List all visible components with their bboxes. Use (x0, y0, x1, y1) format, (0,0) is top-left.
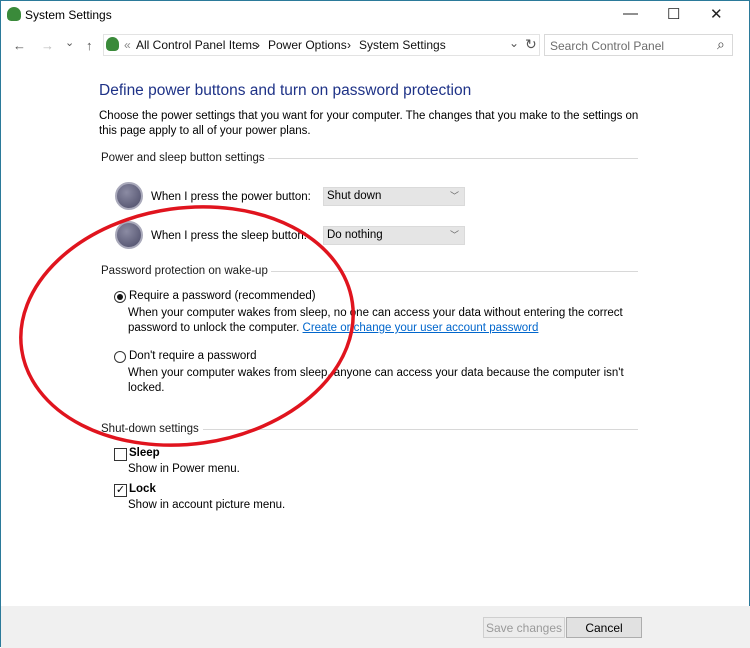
sleep-button-select[interactable]: Do nothing ﹀ (323, 226, 465, 245)
sleep-button-icon (115, 221, 143, 249)
forward-button[interactable]: → (41, 38, 54, 53)
recent-locations-button[interactable]: ⌄ (65, 36, 74, 49)
breadcrumb-power-options[interactable]: Power Options (268, 38, 347, 52)
desc-line: password to unlock the computer. (128, 322, 300, 334)
window-title: System Settings (25, 8, 112, 22)
breadcrumb-separator[interactable]: › (256, 38, 260, 52)
back-button[interactable]: ← (13, 38, 26, 53)
save-changes-button[interactable]: Save changes (483, 617, 565, 638)
search-input[interactable]: Search Control Panel (544, 34, 733, 56)
create-password-link[interactable]: Create or change your user account passw… (303, 322, 539, 334)
divider (271, 271, 638, 272)
breadcrumb-system-settings[interactable]: System Settings (359, 38, 446, 52)
maximize-button[interactable]: ☐ (667, 5, 680, 23)
chevron-down-icon: ﹀ (449, 191, 459, 201)
refresh-button[interactable]: ↻ (525, 36, 537, 53)
no-password-radio[interactable] (114, 351, 126, 363)
app-icon (7, 7, 21, 21)
power-section-heading: Power and sleep button settings (101, 152, 265, 164)
divider (203, 429, 638, 430)
search-icon[interactable]: ⌕ (717, 36, 725, 53)
intro-line: this page apply to all of your power pla… (99, 125, 311, 137)
sleep-desc: Show in Power menu. (128, 463, 240, 475)
lock-desc: Show in account picture menu. (128, 499, 286, 511)
address-dropdown-button[interactable]: ⌄ (509, 36, 519, 50)
intro-text: Choose the power settings that you want … (99, 109, 638, 139)
no-password-label[interactable]: Don't require a password (129, 350, 256, 362)
sleep-checkbox[interactable] (114, 448, 127, 461)
shutdown-section-heading: Shut-down settings (101, 423, 199, 435)
up-button[interactable]: ↑ (86, 38, 93, 53)
power-button-icon (115, 182, 143, 210)
no-password-desc: When your computer wakes from sleep, any… (128, 366, 624, 396)
lock-label[interactable]: Lock (129, 483, 156, 495)
require-password-desc: When your computer wakes from sleep, no … (128, 306, 623, 336)
require-password-radio[interactable] (114, 291, 126, 303)
close-button[interactable]: ✕ (710, 5, 723, 23)
desc-line: When your computer wakes from sleep, any… (128, 367, 624, 379)
sleep-label[interactable]: Sleep (129, 447, 160, 459)
require-password-label[interactable]: Require a password (recommended) (129, 290, 316, 302)
breadcrumb-all-control-panel-items[interactable]: All Control Panel Items (136, 38, 258, 52)
desc-line: locked. (128, 382, 165, 394)
lock-checkbox[interactable]: ✓ (114, 484, 127, 497)
sleep-button-label: When I press the sleep button: (151, 230, 307, 242)
breadcrumb-separator[interactable]: › (347, 38, 351, 52)
page-title: Define power buttons and turn on passwor… (99, 82, 472, 99)
cancel-button[interactable]: Cancel (566, 617, 642, 638)
power-select-value: Shut down (327, 190, 382, 202)
desc-line: When your computer wakes from sleep, no … (128, 307, 623, 319)
intro-line: Choose the power settings that you want … (99, 110, 639, 122)
password-section-heading: Password protection on wake-up (101, 265, 268, 277)
breadcrumb-overflow[interactable]: « (124, 38, 131, 52)
power-button-select[interactable]: Shut down ﹀ (323, 187, 465, 206)
divider (268, 158, 638, 159)
control-panel-icon (106, 37, 119, 51)
sleep-select-value: Do nothing (327, 229, 383, 241)
minimize-button[interactable]: — (623, 5, 638, 22)
chevron-down-icon: ﹀ (449, 230, 459, 240)
power-button-label: When I press the power button: (151, 191, 311, 203)
